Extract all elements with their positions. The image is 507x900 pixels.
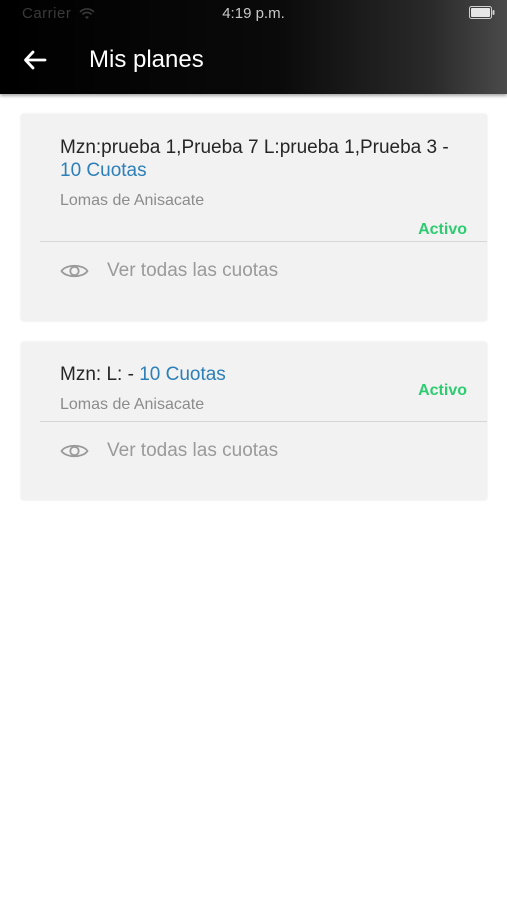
- app-header: Carrier 4:19 p.m. Mis planes: [0, 0, 507, 94]
- eye-icon: [60, 444, 89, 458]
- eye-icon: [60, 264, 89, 278]
- plan-card[interactable]: Mzn: L: - 10 Cuotas Activo Lomas de Anis…: [21, 342, 487, 500]
- cuotas-link[interactable]: 10 Cuotas: [60, 160, 147, 181]
- plan-location: Lomas de Anisacate: [60, 192, 205, 209]
- back-button[interactable]: [18, 44, 52, 76]
- page-title: Mis planes: [89, 46, 204, 73]
- battery-icon: [469, 6, 495, 19]
- view-all-cuotas-button[interactable]: Ver todas las cuotas: [60, 440, 278, 462]
- cuotas-link[interactable]: 10 Cuotas: [139, 364, 226, 385]
- plan-location: Lomas de Anisacate: [60, 396, 205, 413]
- view-all-label: Ver todas las cuotas: [107, 260, 279, 281]
- plan-description-line: Mzn: L: - 10 Cuotas: [60, 363, 457, 386]
- status-badge: Activo: [418, 382, 467, 399]
- plan-description: Mzn: L: -: [60, 364, 134, 385]
- divider: [40, 241, 487, 242]
- view-all-label: Ver todas las cuotas: [107, 440, 279, 461]
- view-all-cuotas-button[interactable]: Ver todas las cuotas: [60, 260, 278, 282]
- divider: [40, 421, 487, 422]
- status-time: 4:19 p.m.: [222, 5, 285, 22]
- status-bar: Carrier 4:19 p.m.: [0, 0, 507, 28]
- arrow-left-icon: [24, 50, 47, 70]
- plan-card[interactable]: Mzn:prueba 1,Prueba 7 L:prueba 1,Prueba …: [21, 114, 487, 321]
- plan-description-line: Mzn:prueba 1,Prueba 7 L:prueba 1,Prueba …: [60, 136, 457, 182]
- plan-description: Mzn:prueba 1,Prueba 7 L:prueba 1,Prueba …: [60, 137, 449, 158]
- status-badge: Activo: [418, 221, 467, 238]
